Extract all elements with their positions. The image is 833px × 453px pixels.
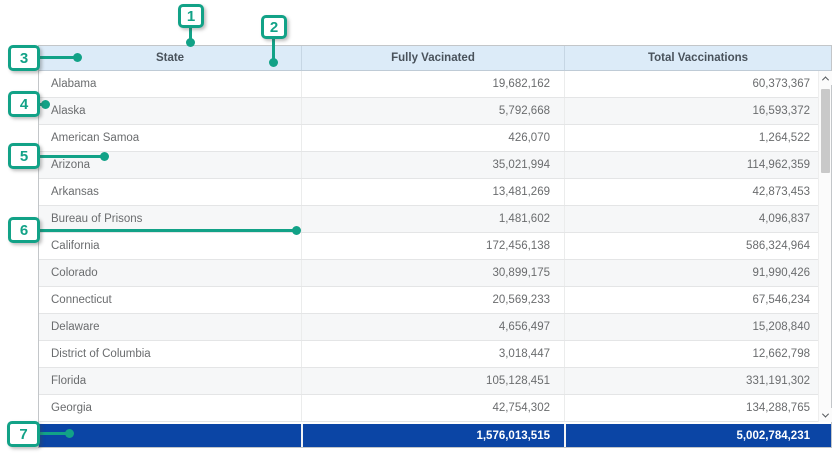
total-cell-fully-vaccinated: 1,576,013,515 [301, 424, 564, 447]
table-row[interactable]: Connecticut 20,569,233 67,546,234 [39, 287, 831, 314]
cell-state: Alabama [39, 71, 301, 97]
annotation-dot-3 [73, 53, 82, 62]
table-row[interactable]: District of Columbia 3,018,447 12,662,79… [39, 341, 831, 368]
table-row[interactable]: Arkansas 13,481,269 42,873,453 [39, 179, 831, 206]
cell-total-vaccinations: 134,288,765 [564, 395, 831, 421]
scroll-down-button[interactable] [819, 408, 832, 422]
cell-total-vaccinations: 91,990,426 [564, 260, 831, 286]
annotation-connector-5 [40, 155, 103, 158]
annotation-connector-3 [40, 56, 76, 59]
cell-fully-vaccinated: 1,481,602 [301, 206, 564, 232]
cell-fully-vaccinated: 42,754,302 [301, 395, 564, 421]
annotation-marker-2: 2 [261, 15, 287, 39]
cell-fully-vaccinated: 4,656,497 [301, 314, 564, 340]
table-total-row: 1,576,013,515 5,002,784,231 [39, 424, 831, 447]
cell-state: Connecticut [39, 287, 301, 313]
annotation-marker-3: 3 [8, 45, 40, 71]
cell-total-vaccinations: 60,373,367 [564, 71, 831, 97]
table-row[interactable]: Arizona 35,021,994 114,962,359 [39, 152, 831, 179]
cell-total-vaccinations: 42,873,453 [564, 179, 831, 205]
table-row[interactable]: Georgia 42,754,302 134,288,765 [39, 395, 831, 422]
table-body: Alabama 19,682,162 60,373,367 Alaska 5,7… [39, 71, 831, 422]
chevron-down-icon [822, 410, 829, 417]
annotation-dot-4 [41, 100, 50, 109]
table-row[interactable]: California 172,456,138 586,324,964 [39, 233, 831, 260]
cell-state: Georgia [39, 395, 301, 421]
cell-fully-vaccinated: 35,021,994 [301, 152, 564, 178]
annotation-connector-7 [40, 432, 68, 435]
cell-total-vaccinations: 12,662,798 [564, 341, 831, 367]
table-row[interactable]: Florida 105,128,451 331,191,302 [39, 368, 831, 395]
annotation-dot-6 [292, 226, 301, 235]
chevron-up-icon [822, 76, 829, 83]
cell-total-vaccinations: 114,962,359 [564, 152, 831, 178]
cell-state: District of Columbia [39, 341, 301, 367]
cell-state: Delaware [39, 314, 301, 340]
annotation-connector-6 [40, 229, 295, 232]
table-row[interactable]: American Samoa 426,070 1,264,522 [39, 125, 831, 152]
annotation-dot-2 [269, 58, 278, 67]
table-row[interactable]: Alabama 19,682,162 60,373,367 [39, 71, 831, 98]
annotation-marker-4: 4 [8, 91, 40, 117]
cell-state: California [39, 233, 301, 259]
cell-state: Arkansas [39, 179, 301, 205]
cell-state: American Samoa [39, 125, 301, 151]
cell-fully-vaccinated: 426,070 [301, 125, 564, 151]
cell-fully-vaccinated: 3,018,447 [301, 341, 564, 367]
table-header-row: State Fully Vacinated Total Vaccinations [39, 46, 831, 71]
cell-fully-vaccinated: 172,456,138 [301, 233, 564, 259]
annotation-marker-1: 1 [178, 4, 204, 28]
annotation-connector-2 [272, 39, 275, 60]
cell-total-vaccinations: 586,324,964 [564, 233, 831, 259]
column-header-fully-vaccinated[interactable]: Fully Vacinated [301, 46, 564, 70]
annotation-marker-5: 5 [8, 143, 40, 169]
cell-state: Colorado [39, 260, 301, 286]
cell-fully-vaccinated: 20,569,233 [301, 287, 564, 313]
cell-state: Alaska [39, 98, 301, 124]
column-header-total-vaccinations[interactable]: Total Vaccinations [564, 46, 831, 70]
annotation-dot-5 [100, 152, 109, 161]
scroll-up-button[interactable] [819, 71, 832, 85]
total-cell-state [39, 424, 301, 447]
total-cell-total-vaccinations: 5,002,784,231 [564, 424, 831, 447]
cell-fully-vaccinated: 105,128,451 [301, 368, 564, 394]
table-row[interactable]: Delaware 4,656,497 15,208,840 [39, 314, 831, 341]
cell-fully-vaccinated: 30,899,175 [301, 260, 564, 286]
cell-fully-vaccinated: 19,682,162 [301, 71, 564, 97]
annotation-dot-7 [65, 429, 74, 438]
cell-total-vaccinations: 16,593,372 [564, 98, 831, 124]
cell-total-vaccinations: 4,096,837 [564, 206, 831, 232]
cell-state: Florida [39, 368, 301, 394]
vaccinations-table: State Fully Vacinated Total Vaccinations… [38, 45, 832, 448]
cell-fully-vaccinated: 5,792,668 [301, 98, 564, 124]
table-row[interactable]: Alaska 5,792,668 16,593,372 [39, 98, 831, 125]
scrollbar-thumb[interactable] [821, 89, 830, 173]
cell-total-vaccinations: 1,264,522 [564, 125, 831, 151]
annotation-marker-6: 6 [8, 217, 40, 243]
cell-fully-vaccinated: 13,481,269 [301, 179, 564, 205]
table-row[interactable]: Colorado 30,899,175 91,990,426 [39, 260, 831, 287]
cell-total-vaccinations: 331,191,302 [564, 368, 831, 394]
cell-total-vaccinations: 67,546,234 [564, 287, 831, 313]
annotation-dot-1 [186, 38, 195, 47]
annotation-marker-7: 7 [7, 421, 40, 447]
cell-total-vaccinations: 15,208,840 [564, 314, 831, 340]
vertical-scrollbar[interactable] [818, 71, 831, 422]
